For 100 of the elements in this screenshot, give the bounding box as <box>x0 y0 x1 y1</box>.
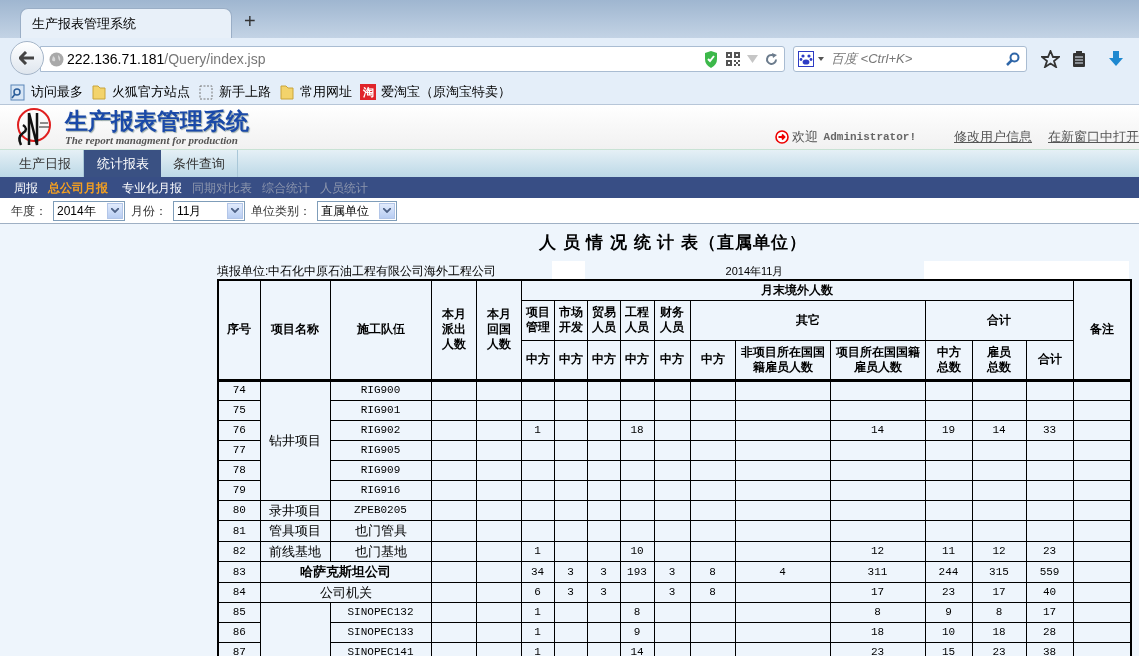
table-cell: 85 <box>232 606 246 619</box>
column-header: 工程人员 <box>620 300 654 340</box>
browser-tab[interactable]: 生产报表管理系统 <box>20 8 232 38</box>
globe-icon <box>49 51 64 67</box>
download-arrow-icon[interactable] <box>1108 51 1124 67</box>
table-cell: 8 <box>995 606 1003 619</box>
star-icon[interactable] <box>1041 50 1060 68</box>
blank-cell <box>552 261 585 279</box>
column-header: 其它 <box>690 300 925 340</box>
search-field[interactable]: 百度 <Ctrl+K> <box>793 46 1027 72</box>
folder-icon <box>91 83 107 101</box>
team-name: 也门基地 <box>354 543 407 559</box>
table-cell: 12 <box>870 545 885 557</box>
table-cell: 17 <box>992 586 1006 598</box>
filter-dropdown[interactable]: 2014年 <box>53 200 125 221</box>
table-cell: 1 <box>534 606 541 619</box>
team-name: 也门管具 <box>354 523 407 538</box>
header-link[interactable]: 在新窗口中打开 <box>1048 127 1139 147</box>
header-link[interactable]: 修改用户信息 <box>954 127 1032 147</box>
chevron-down-icon <box>383 208 391 213</box>
table-cell: 38 <box>1042 646 1057 656</box>
bookmark-link[interactable]: 爱淘宝（原淘宝特卖） <box>381 82 511 102</box>
table-cell: 3 <box>668 565 676 578</box>
team-name: RIG905 <box>360 443 401 456</box>
bookmark-link[interactable]: 常用网址 <box>300 82 352 102</box>
table-cell: 18 <box>870 626 885 639</box>
table-cell: 40 <box>1042 586 1057 598</box>
team-name: RIG900 <box>360 384 401 397</box>
bookmark-link[interactable]: 访问最多 <box>31 82 83 102</box>
table-cell: 1 <box>534 626 541 639</box>
table-cell: 14 <box>870 423 885 436</box>
table-cell: 12 <box>992 545 1006 557</box>
table-cell: 1 <box>534 646 541 656</box>
team-name: RIG901 <box>360 403 401 416</box>
filter-label: 年度： <box>11 202 47 220</box>
shield-icon[interactable] <box>704 50 718 68</box>
table-cell: 14 <box>992 423 1006 436</box>
search-placeholder: 百度 <Ctrl+K> <box>831 50 913 69</box>
user-name: Administrator! <box>823 129 916 145</box>
project-name: 录井项目 <box>269 502 321 518</box>
table-cell: 8 <box>874 606 881 619</box>
app-title: 生产报表管理系统 <box>65 108 249 134</box>
table-cell: 28 <box>1042 626 1057 639</box>
filter-label: 单位类别： <box>251 202 311 220</box>
welcome-text: 欢迎 <box>791 128 818 147</box>
project-name: 前线基地 <box>269 543 321 559</box>
table-cell: 87 <box>232 646 246 656</box>
table-cell: 84 <box>232 586 246 598</box>
table-cell: 311 <box>867 565 888 578</box>
subnav-link[interactable]: 周报 <box>14 178 38 197</box>
dashed-page-icon <box>198 83 214 101</box>
table-cell: 23 <box>870 646 885 656</box>
team-name: SINOPEC133 <box>347 626 414 639</box>
reload-icon[interactable] <box>765 52 778 66</box>
table-cell: 11 <box>941 545 956 557</box>
new-tab-button[interactable]: + <box>244 11 256 31</box>
table-cell: 86 <box>232 626 246 639</box>
table-cell: 17 <box>870 586 885 598</box>
url-path: /Query/index.jsp <box>164 49 266 69</box>
table-cell: 3 <box>600 565 607 578</box>
table-cell: 3 <box>567 565 574 578</box>
subsidiary-name: 哈萨克斯坦公司 <box>300 564 391 579</box>
table-cell: 193 <box>627 565 647 578</box>
filter-label: 月份： <box>131 202 167 220</box>
team-name: SINOPEC132 <box>347 606 414 619</box>
project-name: 钻井项目 <box>269 432 321 448</box>
search-icon[interactable] <box>1006 52 1020 66</box>
nav-tab[interactable]: 统计报表 <box>84 150 161 177</box>
table-cell: 15 <box>941 646 956 656</box>
table-cell: 19 <box>941 423 956 436</box>
folder-icon <box>279 83 295 101</box>
qr-code-icon[interactable] <box>726 52 740 66</box>
reading-list-icon[interactable] <box>1072 50 1086 68</box>
search-page-icon <box>10 83 26 101</box>
table-cell: 78 <box>232 463 246 476</box>
filter-dropdown[interactable]: 11月 <box>173 200 245 221</box>
table-cell: 1 <box>534 545 541 557</box>
bookmark-link[interactable]: 新手上路 <box>219 82 271 102</box>
table-cell: 82 <box>232 545 246 557</box>
subnav-link[interactable]: 总公司月报 <box>48 178 108 197</box>
table-cell: 9 <box>945 606 952 619</box>
table-cell: 10 <box>630 545 644 557</box>
table-cell: 81 <box>232 524 246 537</box>
app-subtitle: The report managment for production <box>65 134 239 146</box>
report-title: 人 员 情 况 统 计 表（直属单位） <box>537 232 809 254</box>
table-cell: 315 <box>989 565 1009 578</box>
unit-name: 公司机关 <box>319 584 372 600</box>
table-cell: 3 <box>567 586 574 598</box>
team-name: SINOPEC141 <box>347 646 414 656</box>
filter-dropdown[interactable]: 直属单位 <box>317 200 397 221</box>
paw-icon[interactable] <box>798 51 814 67</box>
subnav-link[interactable]: 专业化月报 <box>122 178 182 197</box>
back-button[interactable] <box>10 41 44 75</box>
table-cell: 76 <box>232 423 246 436</box>
caret-icon[interactable] <box>818 57 824 61</box>
bookmark-link[interactable]: 火狐官方站点 <box>112 82 190 102</box>
address-bar[interactable]: 222.136.71.181/Query/index.jsp <box>40 46 785 72</box>
table-cell: 77 <box>232 443 246 456</box>
team-name: RIG909 <box>360 463 401 476</box>
table-cell: 1 <box>534 423 541 436</box>
